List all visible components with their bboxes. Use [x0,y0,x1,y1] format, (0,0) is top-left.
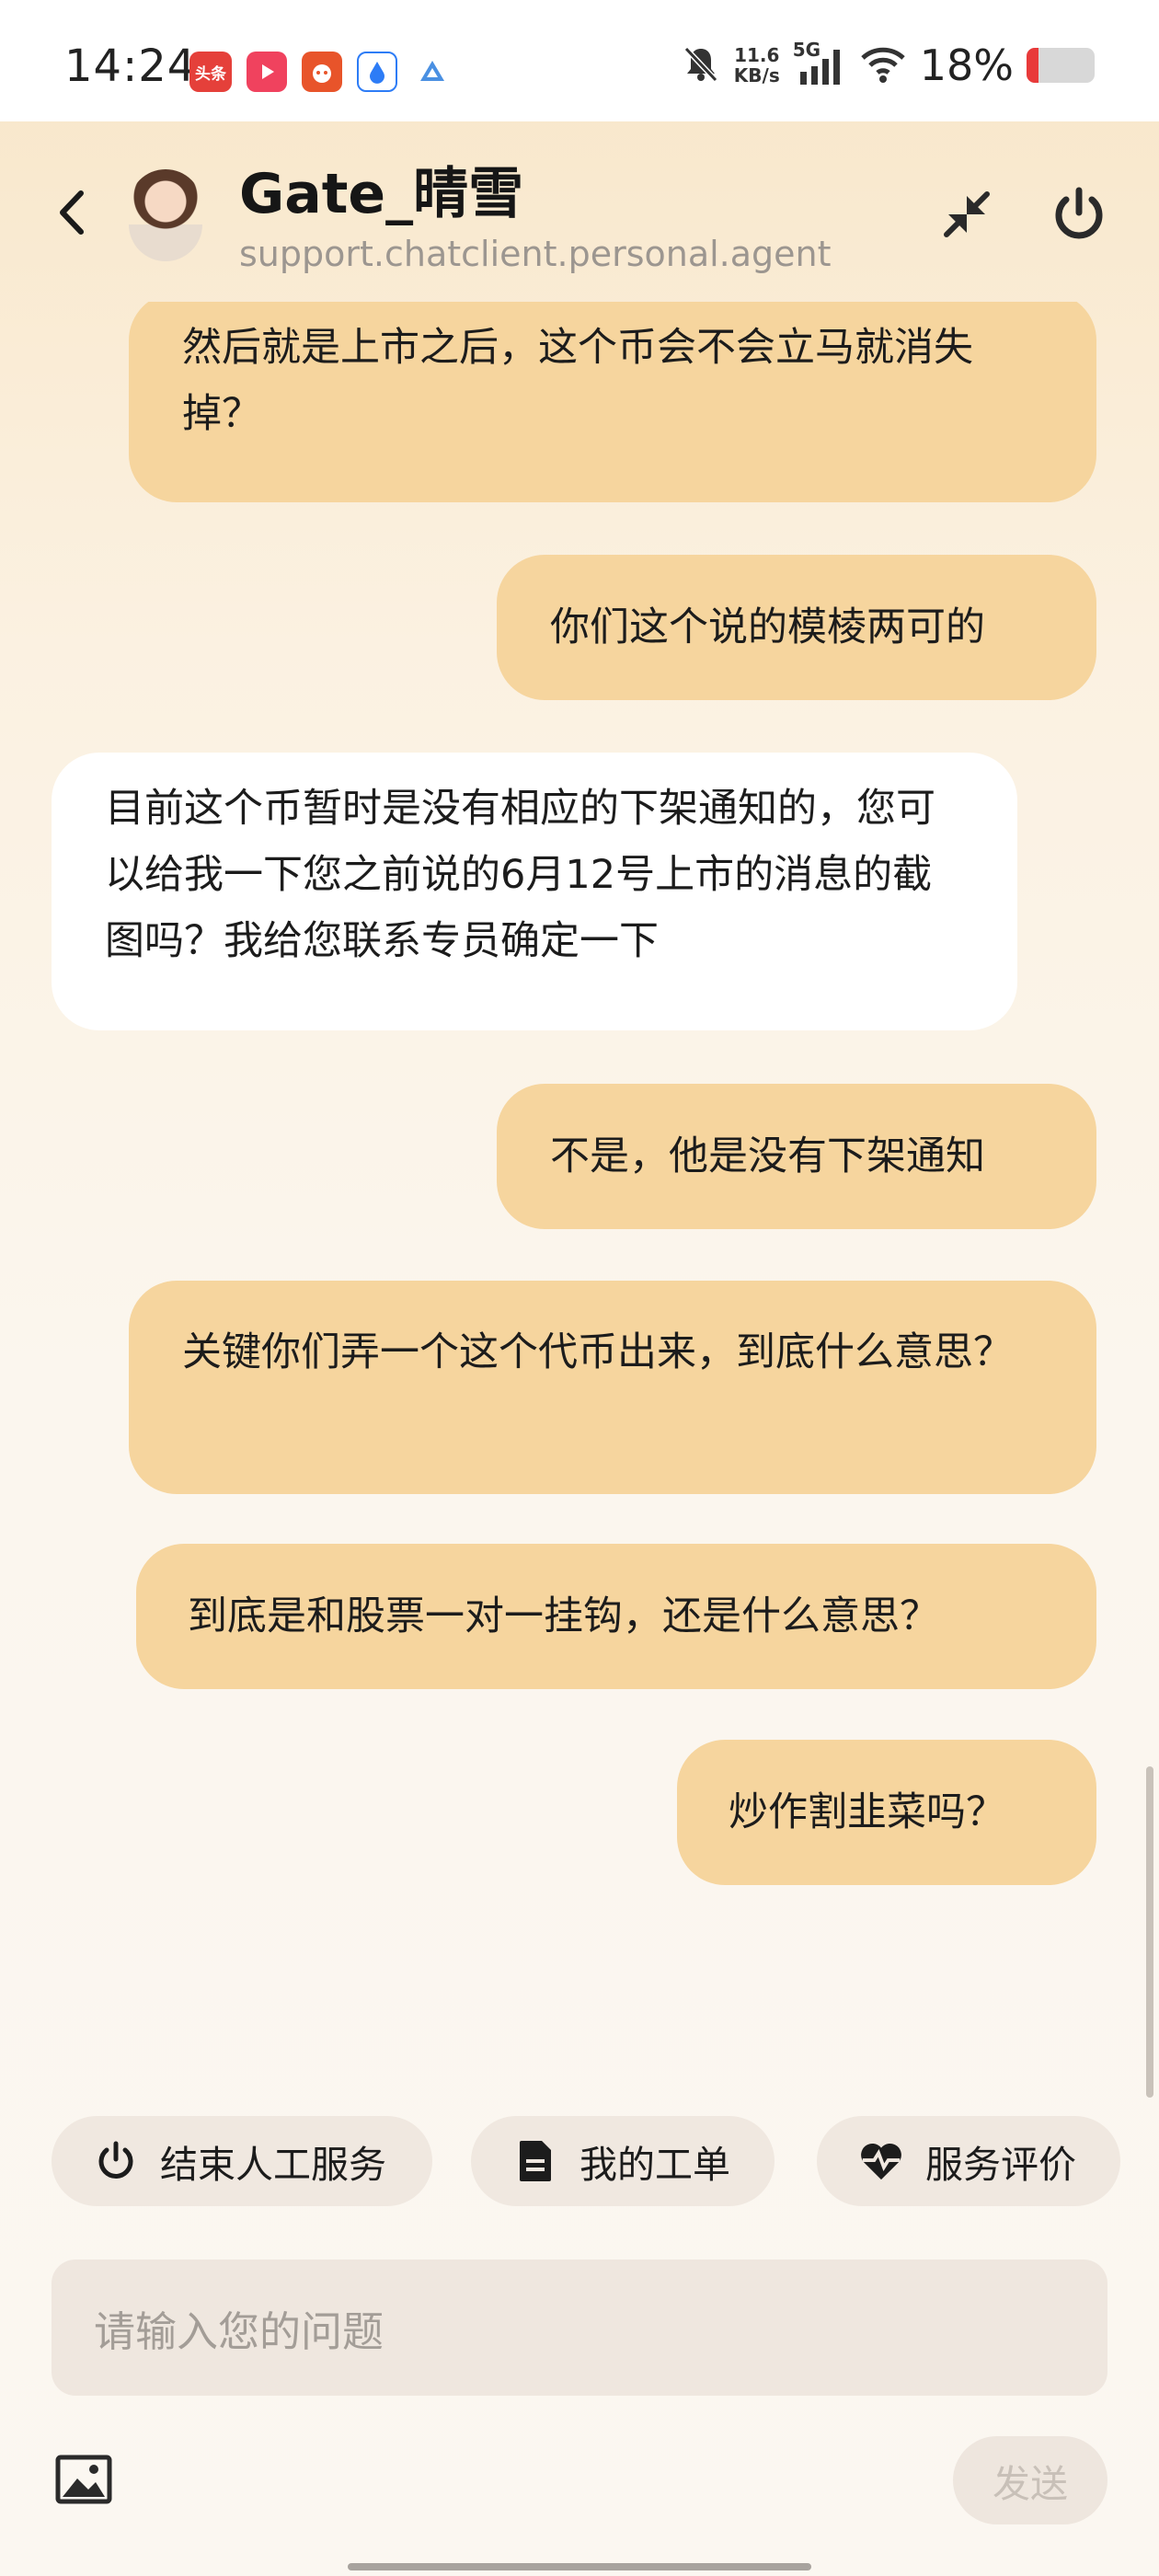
agent-name: Gate_晴雪 [239,162,524,226]
scrollbar[interactable] [1146,1766,1153,2098]
collapse-arrows-icon [944,191,990,237]
document-icon [513,2139,557,2183]
end-service-label: 结束人工服务 [160,2143,386,2187]
alert-app-icon [412,52,453,92]
video-app-icon [247,52,287,92]
baidu-app-icon [357,52,397,92]
chat-header: Gate_晴雪 support.chatclient.personal.agen… [0,121,1159,302]
my-tickets-label: 我的工单 [580,2143,730,2187]
back-button[interactable] [48,182,94,243]
send-button[interactable]: 发送 [953,2436,1107,2524]
power-icon [94,2139,138,2183]
agent-id: support.chatclient.personal.agent [239,234,832,274]
notification-icons: 头条 [189,52,453,92]
chevron-left-icon [60,190,84,235]
status-right: 11.6 KB/s 5G 18% [681,39,1095,90]
battery-icon [1027,48,1095,83]
rate-service-button[interactable]: 服务评价 [817,2116,1120,2206]
clock: 14:24 [64,40,197,92]
battery-percent: 18% [919,40,1014,90]
taobao-app-icon [302,52,342,92]
toutiao-app-icon: 头条 [189,52,232,92]
net-speed: 11.6 KB/s [733,44,780,86]
message-bubble-user: 到底是和股票一对一挂钩，还是什么意思？ [136,1544,1096,1689]
message-list[interactable]: 然后就是上市之后，这个币会不会立马就消失掉？ 你们这个说的模棱两可的 目前这个币… [0,302,1159,2087]
image-icon [55,2455,112,2504]
wifi-icon [859,43,907,87]
message-bubble-user: 你们这个说的模棱两可的 [497,555,1096,700]
message-bubble-agent: 目前这个币暂时是没有相应的下架通知的，您可以给我一下您之前说的6月12号上市的消… [52,753,1017,1030]
status-bar: 14:24 头条 11.6 KB/s 5G 18% [0,0,1159,121]
message-bubble-user: 然后就是上市之后，这个币会不会立马就消失掉？ [129,302,1096,502]
rate-service-label: 服务评价 [925,2143,1076,2187]
my-tickets-button[interactable]: 我的工单 [471,2116,775,2206]
message-bubble-user: 炒作割韭菜吗？ [677,1740,1096,1885]
power-button[interactable] [1047,182,1111,247]
agent-avatar [129,169,202,261]
input-placeholder: 请输入您的问题 [94,2306,384,2356]
minimize-button[interactable] [935,182,999,247]
end-service-button[interactable]: 结束人工服务 [52,2116,432,2206]
image-upload-button[interactable] [55,2455,112,2504]
home-indicator[interactable] [348,2563,811,2570]
message-bubble-user: 关键你们弄一个这个代币出来，到底什么意思？ [129,1281,1096,1494]
message-input[interactable]: 请输入您的问题 [52,2260,1107,2396]
power-icon [1055,187,1103,239]
message-bubble-user: 不是，他是没有下架通知 [497,1084,1096,1229]
quick-actions: 结束人工服务 我的工单 服务评价 [0,2116,1159,2208]
bell-off-icon [681,43,721,87]
heart-pulse-icon [859,2139,903,2183]
battery-level [1027,48,1039,83]
cellular-signal-icon: 5G [793,39,846,86]
